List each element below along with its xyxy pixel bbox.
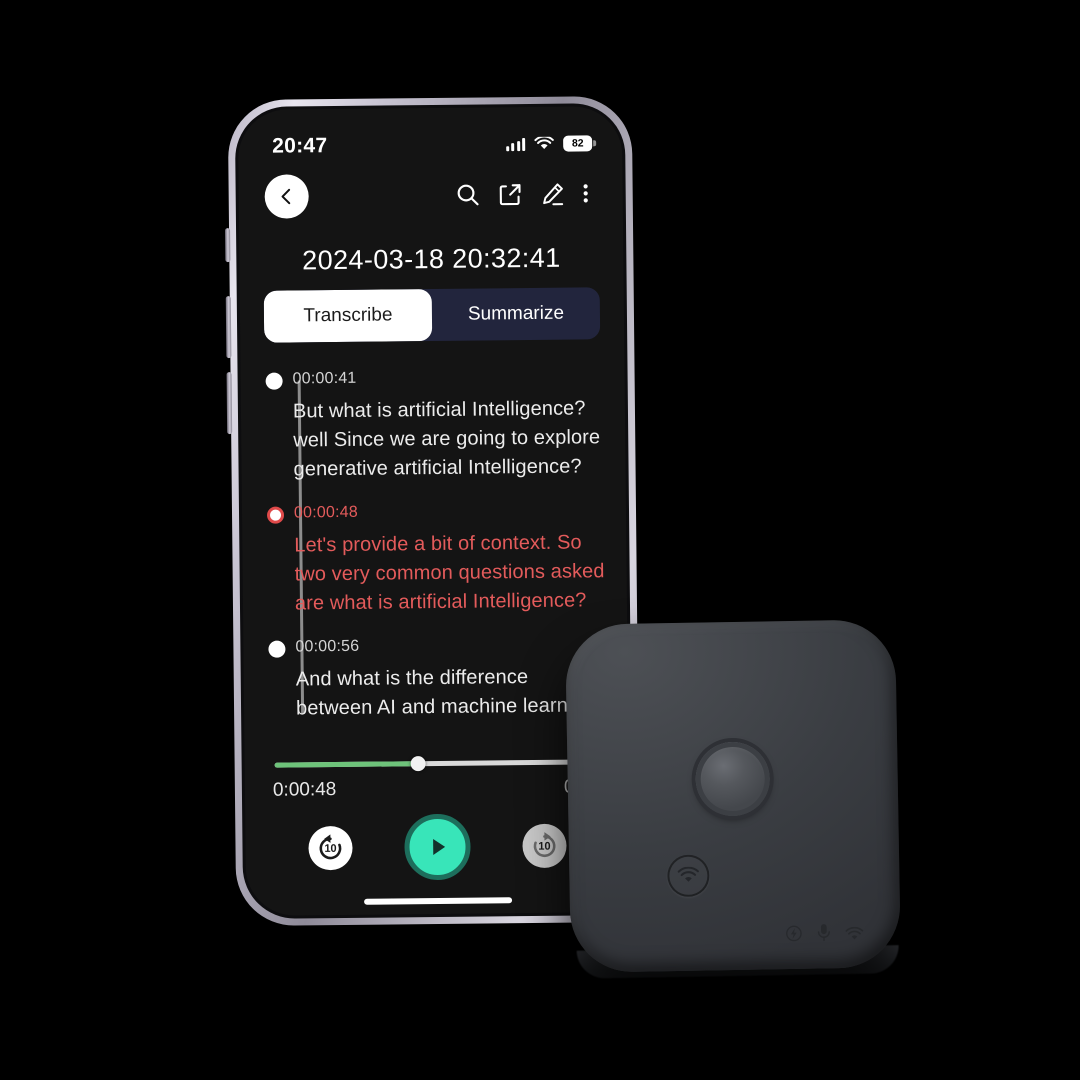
progress-row — [269, 756, 605, 772]
entry-timestamp: 00:00:48 — [293, 503, 358, 522]
status-bar-time: 20:47 — [272, 134, 328, 158]
recording-title: 2024-03-18 20:32:41 — [302, 242, 561, 276]
play-icon — [433, 839, 446, 856]
more-options-button[interactable] — [572, 172, 598, 214]
volume-up-button[interactable] — [225, 296, 232, 359]
entry-text: And what is the difference between AI an… — [295, 666, 607, 720]
action-button[interactable] — [225, 228, 231, 263]
battery-level: 82 — [571, 137, 584, 150]
timeline-dot-active — [266, 506, 285, 524]
rewind-seconds-label: 10 — [324, 842, 337, 855]
pencil-edit-icon — [542, 182, 563, 205]
rewind-10-button[interactable]: 10 — [308, 825, 353, 871]
wifi-icon — [677, 866, 699, 882]
progress-fill — [274, 761, 418, 768]
transcript-entry[interactable]: 00:00:41 But what is artificial Intellig… — [265, 367, 608, 484]
status-bar: 20:47 82 — [238, 106, 623, 166]
playback-controls: 10 10 — [269, 812, 606, 882]
edit-button[interactable] — [530, 173, 572, 215]
entry-text: Let's provide a bit of context. So two v… — [294, 531, 605, 615]
microphone-icon — [817, 924, 830, 942]
timeline-dot — [268, 640, 286, 658]
home-indicator[interactable] — [364, 897, 513, 905]
play-button[interactable] — [404, 813, 471, 881]
view-mode-tabs: Transcribe Summarize — [263, 287, 601, 343]
current-time: 0:00:48 — [272, 779, 337, 801]
share-icon — [499, 183, 521, 205]
cellular-bars-icon — [505, 137, 526, 151]
entry-timestamp: 00:00:41 — [292, 369, 357, 388]
forward-seconds-label: 10 — [538, 840, 551, 853]
tab-transcribe[interactable]: Transcribe — [263, 289, 433, 343]
transcript-entry-active[interactable]: 00:00:48 Let's provide a bit of context.… — [266, 501, 609, 618]
transcript-entry[interactable]: 00:00:56 And what is the difference betw… — [268, 635, 610, 723]
progress-slider[interactable] — [274, 756, 599, 772]
progress-thumb[interactable] — [410, 756, 426, 772]
wifi-button[interactable] — [667, 854, 710, 897]
tab-summarize[interactable]: Summarize — [432, 287, 601, 341]
wifi-icon — [534, 136, 554, 150]
device-status-indicators — [784, 922, 864, 943]
entry-text: But what is artificial Intelligence? wel… — [292, 397, 601, 481]
volume-down-button[interactable] — [226, 372, 233, 435]
device-body — [564, 619, 902, 973]
chevron-left-icon — [281, 188, 291, 205]
time-row: 0:00:48 0:01 — [269, 776, 605, 802]
back-button[interactable] — [264, 174, 309, 219]
forward-10-button[interactable]: 10 — [522, 823, 567, 869]
status-bar-indicators: 82 — [505, 135, 593, 152]
record-button[interactable] — [695, 740, 771, 817]
share-button[interactable] — [488, 173, 530, 215]
voice-recorder-device — [564, 619, 902, 979]
search-button[interactable] — [446, 173, 488, 215]
timeline-dot — [265, 372, 283, 390]
more-vertical-icon — [583, 184, 588, 203]
battery-icon: 82 — [563, 135, 593, 152]
screenshot-canvas: 20:47 82 2024-03-18 20:32:41 Transcribe … — [0, 0, 1080, 1080]
entry-timestamp: 00:00:56 — [295, 637, 360, 656]
power-lightning-icon — [786, 925, 802, 942]
search-icon — [457, 184, 479, 206]
top-toolbar — [238, 162, 623, 228]
wifi-icon — [845, 926, 864, 940]
